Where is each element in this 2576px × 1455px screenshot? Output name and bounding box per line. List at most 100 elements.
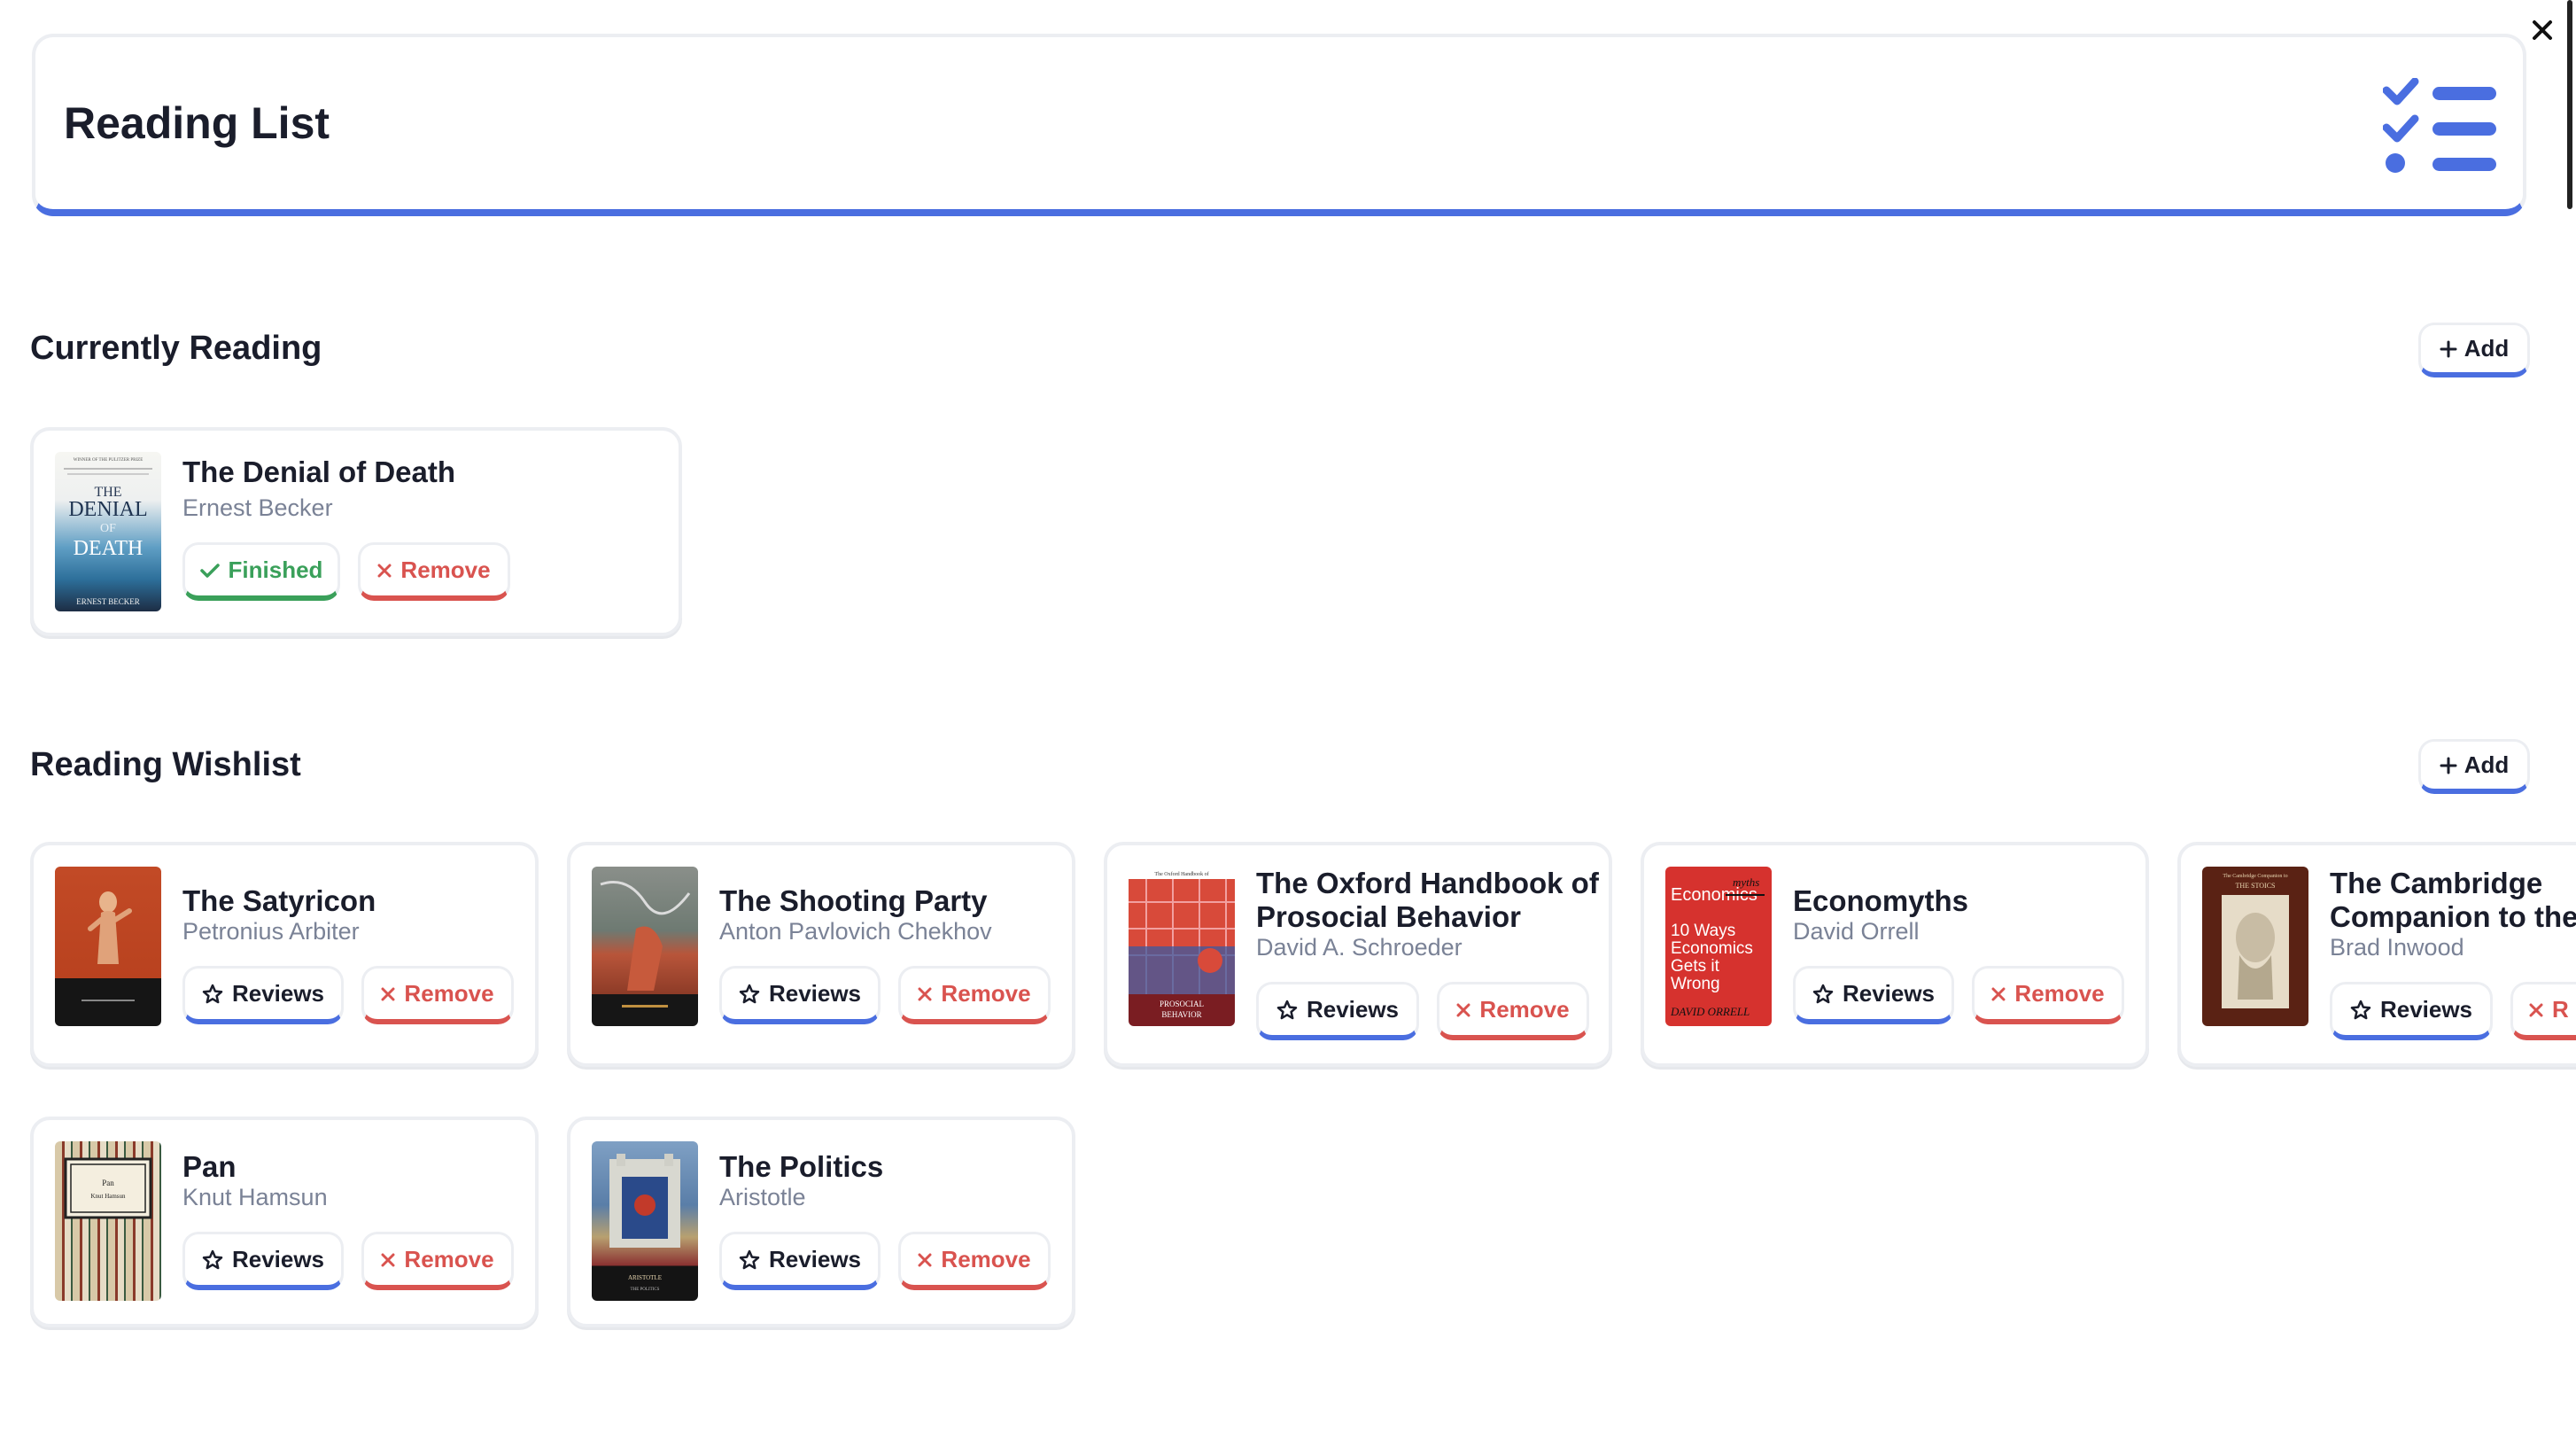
cover-text: DEATH (74, 537, 144, 560)
cover-text: DENIAL (68, 498, 147, 521)
star-icon (1812, 984, 1834, 1003)
x-icon (918, 987, 932, 1000)
book-author: Knut Hamsun (182, 1184, 328, 1210)
close-button[interactable] (2526, 14, 2558, 46)
remove-label: Remove (404, 1246, 494, 1272)
star-icon (1276, 1000, 1298, 1019)
cover-text: THE STOICS (2236, 882, 2276, 890)
book-cover (55, 867, 161, 1026)
cover-text: BEHAVIOR (1161, 1010, 1201, 1019)
remove-button[interactable]: Remove (898, 1232, 1051, 1290)
cover-text: THE POLITICS (631, 1288, 660, 1292)
book-title: Economyths (1793, 884, 1969, 917)
book-card-economyths: Economics myths 10 Ways Economics Gets i… (1641, 842, 2149, 1067)
x-icon (2529, 1003, 2543, 1016)
reviews-button[interactable]: Reviews (1256, 982, 1419, 1040)
book-cover: ARISTOTLE THE POLITICS (592, 1141, 698, 1301)
remove-label: Remove (2014, 980, 2105, 1007)
remove-button[interactable]: Remove (361, 1232, 514, 1290)
cover-text: Knut Hamsun (90, 1193, 126, 1200)
star-icon (2350, 1000, 2371, 1019)
book-title: Pan (182, 1150, 237, 1183)
section-title-currently-reading: Currently Reading (30, 330, 322, 367)
star-icon (202, 1249, 223, 1269)
checklist-icon (2383, 78, 2496, 173)
cover-text: ERNEST BECKER (76, 597, 140, 606)
book-title-line-2: Companion to the (2330, 900, 2576, 933)
add-wishlist-button[interactable]: Add (2418, 739, 2530, 794)
book-card-shooting-party: The Shooting Party Anton Pavlovich Chekh… (567, 842, 1075, 1067)
close-icon (2533, 20, 2552, 40)
book-cover: WINNER OF THE PULITZER PRIZE THE DENIAL … (55, 452, 161, 611)
reviews-button[interactable]: Reviews (182, 966, 344, 1024)
add-label: Add (2463, 335, 2510, 362)
star-icon (739, 1249, 760, 1269)
book-title-line-1: The Cambridge (2330, 867, 2543, 899)
cover-text: WINNER OF THE PULITZER PRIZE (74, 458, 144, 463)
book-author: David Orrell (1793, 918, 1920, 945)
cover-text: The Cambridge Companion to (2223, 874, 2287, 879)
x-icon (377, 564, 392, 577)
book-card-politics: ARISTOTLE THE POLITICS The Politics Aris… (567, 1117, 1075, 1327)
reviews-button[interactable]: Reviews (1793, 966, 1954, 1024)
book-title: The Politics (719, 1150, 884, 1183)
finished-label: Finished (228, 556, 323, 583)
remove-button[interactable]: Remove (358, 542, 510, 601)
book-card-denial-of-death: WINNER OF THE PULITZER PRIZE THE DENIAL … (30, 427, 682, 636)
section-title-reading-wishlist: Reading Wishlist (30, 746, 301, 783)
star-icon (202, 984, 223, 1003)
book-author: Ernest Becker (182, 494, 333, 521)
book-title: The Denial of Death (182, 455, 456, 488)
add-currently-reading-button[interactable]: Add (2418, 323, 2530, 377)
book-title: The Shooting Party (719, 884, 988, 917)
plus-icon (2440, 340, 2457, 357)
remove-label: Remove (941, 980, 1031, 1007)
remove-label: R (2552, 996, 2569, 1023)
star-icon (739, 984, 760, 1003)
book-cover (592, 867, 698, 1026)
cover-text: PROSOCIAL (1160, 1000, 1204, 1008)
book-cover: The Oxford Handbook of PROSOCIAL BEHAVIO… (1129, 867, 1235, 1026)
remove-button[interactable]: Remove (1972, 966, 2124, 1024)
remove-label: Remove (404, 980, 494, 1007)
reviews-label: Reviews (231, 980, 325, 1007)
reviews-label: Reviews (768, 980, 862, 1007)
cover-text: ARISTOTLE (628, 1274, 662, 1281)
add-label: Add (2463, 751, 2510, 778)
book-author: David A. Schroeder (1256, 934, 1463, 961)
reviews-label: Reviews (1842, 980, 1936, 1007)
book-title-line-2: Prosocial Behavior (1256, 900, 1521, 933)
cover-text: Economics (1671, 939, 1753, 958)
book-card-oxford-handbook: The Oxford Handbook of PROSOCIAL BEHAVIO… (1104, 842, 1612, 1067)
reviews-label: Reviews (231, 1246, 325, 1272)
reviews-button[interactable]: Reviews (182, 1232, 344, 1290)
book-cover: The Cambridge Companion to THE STOICS (2202, 867, 2308, 1026)
remove-button[interactable]: Remove (361, 966, 514, 1024)
cover-text: Gets it (1671, 957, 1720, 976)
reviews-button[interactable]: Reviews (719, 966, 881, 1024)
scrollbar-thumb[interactable] (2567, 0, 2572, 209)
reviews-button[interactable]: Reviews (719, 1232, 881, 1290)
remove-button[interactable]: Remove (1437, 982, 1589, 1040)
book-card-satyricon: The Satyricon Petronius Arbiter Reviews … (30, 842, 539, 1067)
x-icon (1991, 987, 2006, 1000)
cover-text: myths (1733, 875, 1759, 889)
book-author: Brad Inwood (2330, 934, 2464, 961)
remove-button[interactable]: Remove (898, 966, 1051, 1024)
reviews-label: Reviews (1306, 996, 1400, 1023)
reviews-label: Reviews (2379, 996, 2473, 1023)
book-cover: Pan Knut Hamsun (55, 1141, 161, 1301)
remove-label: Remove (941, 1246, 1031, 1272)
finished-button[interactable]: Finished (182, 542, 340, 601)
plus-icon (2440, 757, 2457, 774)
book-author: Petronius Arbiter (182, 918, 360, 945)
check-icon (199, 563, 220, 578)
cover-text: OF (100, 522, 116, 535)
cover-text: Pan (102, 1179, 114, 1187)
remove-label: Remove (1479, 996, 1570, 1023)
book-card-cambridge-companion: The Cambridge Companion to THE STOICS Th… (2177, 842, 2576, 1067)
scrollbar[interactable] (2565, 0, 2576, 1455)
remove-button[interactable]: R (2510, 982, 2576, 1040)
book-cover: Economics myths 10 Ways Economics Gets i… (1665, 867, 1772, 1026)
reviews-button[interactable]: Reviews (2330, 982, 2493, 1040)
